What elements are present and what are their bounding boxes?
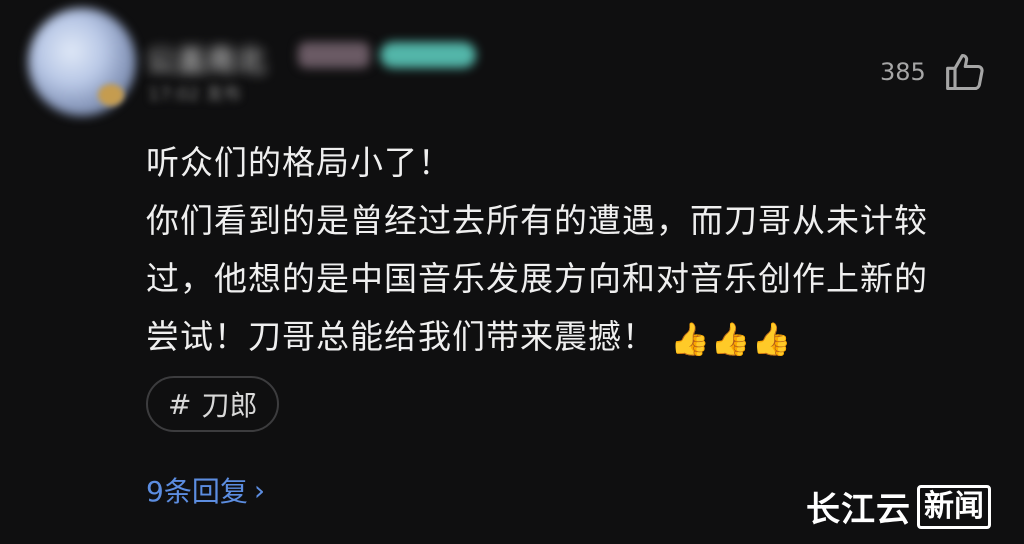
emoji-group: 👍👍👍 [670, 310, 793, 368]
hashtag-icon: # [168, 387, 192, 421]
watermark-brand: 长江云 [806, 490, 911, 530]
comment-line: 听众们的格局小了！ [146, 143, 452, 182]
user-name[interactable]: 公盖南北 [146, 36, 266, 80]
thumbs-up-icon[interactable] [944, 50, 988, 94]
watermark-badge: 新闻 [917, 484, 991, 529]
hashtag-chip[interactable]: # 刀郎 [146, 376, 280, 432]
comment-line-text: 尝试！刀哥总能给我们带来震撼！ [146, 317, 656, 356]
watermark-logo: 长江云 新闻 [806, 482, 991, 531]
chevron-right-icon: › [253, 473, 266, 507]
comment-line: 尝试！刀哥总能给我们带来震撼！ 👍👍👍 [146, 308, 996, 368]
view-replies-link[interactable]: 9条回复 › [146, 470, 265, 510]
user-fan-badge [380, 42, 476, 68]
user-level-badge [298, 42, 370, 68]
thumbs-up-emoji-icon: 👍 [751, 319, 793, 358]
thumbs-up-emoji-icon: 👍 [710, 319, 752, 358]
replies-label: 9条回复 [146, 475, 248, 508]
post-time: 17:02 发布 [148, 84, 242, 105]
thumbs-up-emoji-icon: 👍 [670, 319, 711, 358]
comment-body: 听众们的格局小了！ 你们看到的是曾经过去所有的遭遇，而刀哥从未计较 过，他想的是… [146, 134, 996, 368]
hashtag-label: 刀郎 [201, 389, 258, 422]
comment-line: 过，他想的是中国音乐发展方向和对音乐创作上新的 [146, 259, 928, 298]
comment-line: 你们看到的是曾经过去所有的遭遇，而刀哥从未计较 [146, 201, 928, 240]
like-count: 385 [880, 58, 926, 86]
avatar-badge [98, 84, 124, 106]
